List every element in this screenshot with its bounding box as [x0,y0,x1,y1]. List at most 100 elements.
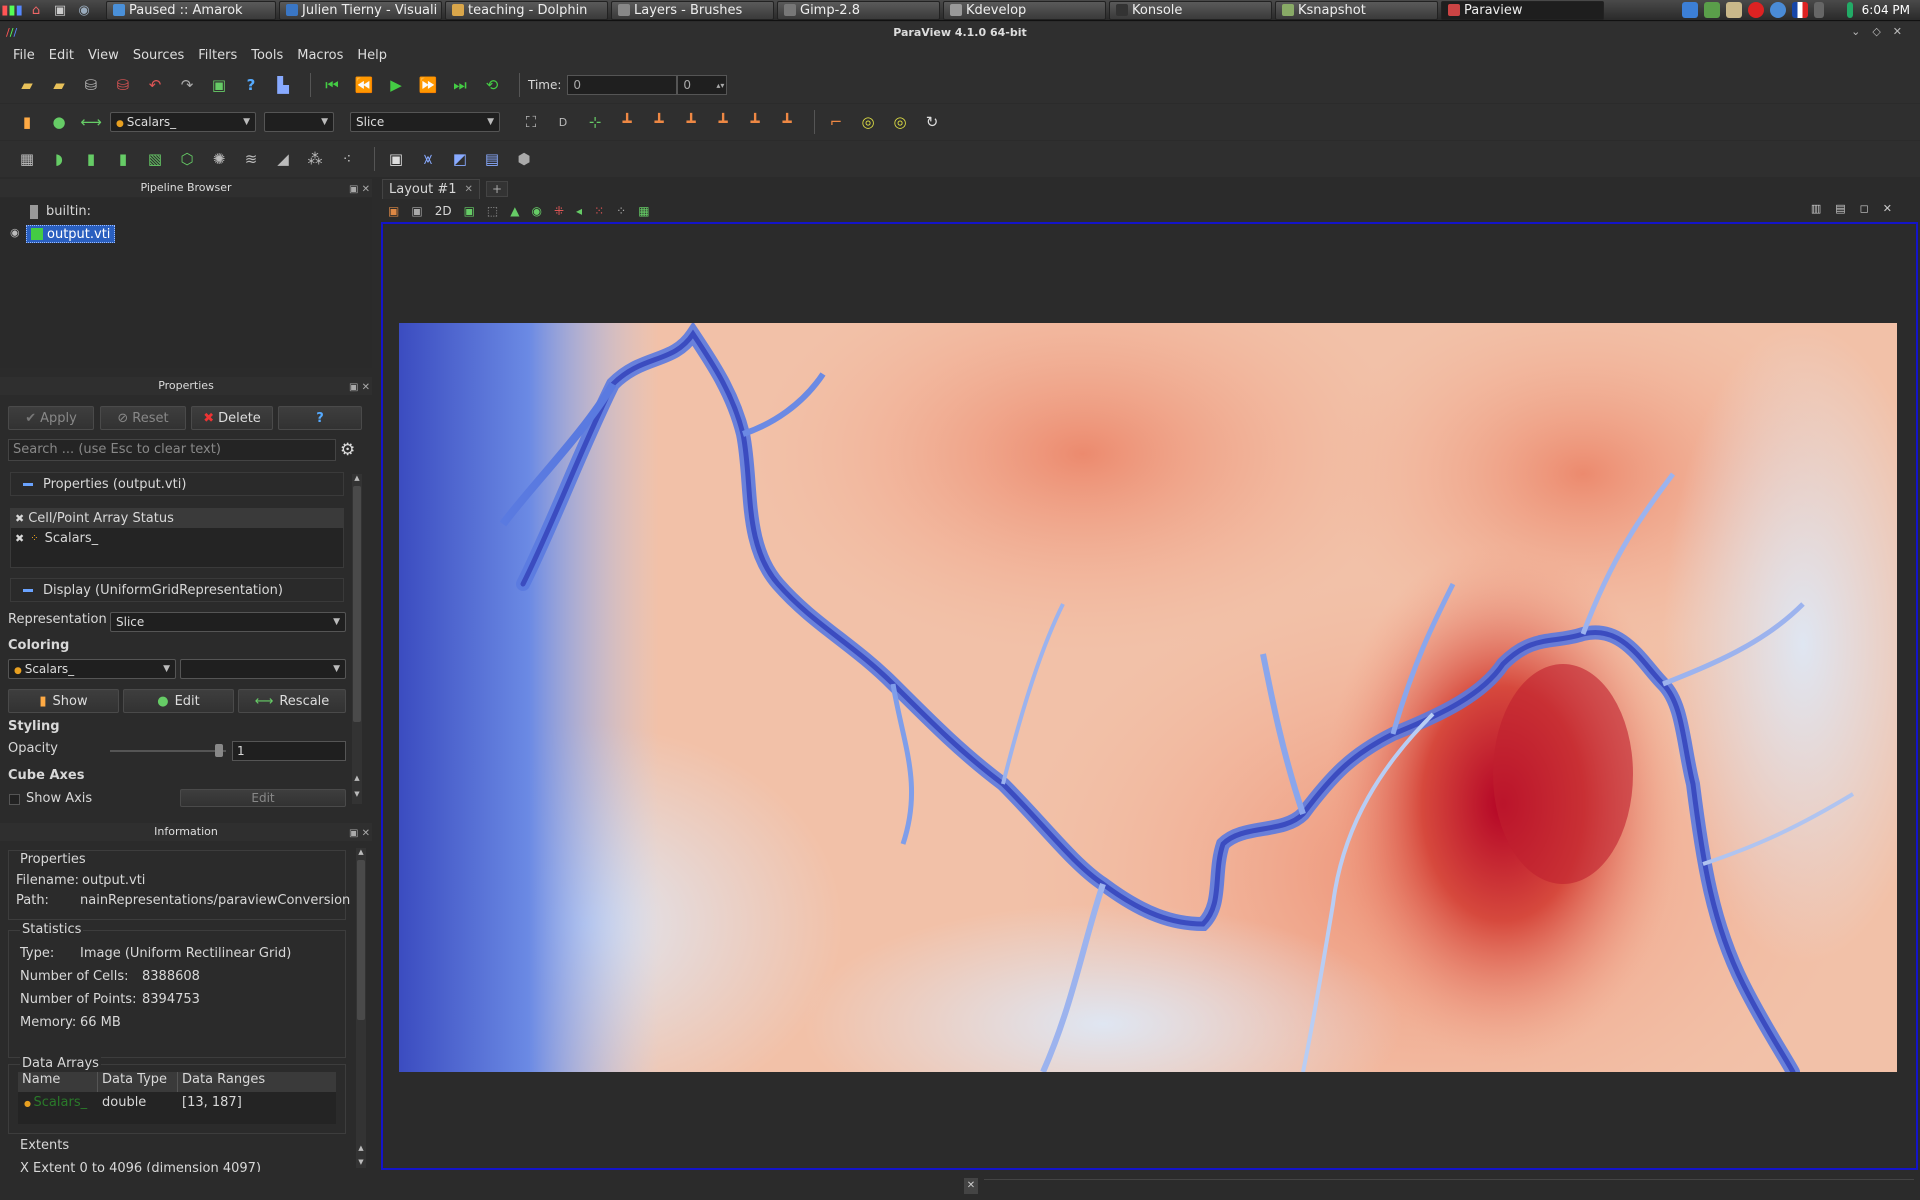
properties-section-header[interactable]: Properties (output.vti) [10,472,344,496]
cube-axes-edit-button[interactable]: Edit [180,789,346,807]
component-select[interactable]: ▼ [264,112,334,132]
tray-updates-icon[interactable] [1703,2,1720,18]
taskbar-task[interactable]: teaching - Dolphin [445,0,608,20]
query-selection-icon[interactable]: ▣ [383,146,409,172]
array-status-row[interactable]: ✖ ⁘ Scalars_ [11,528,343,548]
extract-level-icon[interactable]: ⁖ [334,146,360,172]
histogram-icon[interactable]: ◩ [447,146,473,172]
show-center-icon[interactable]: D [550,109,576,135]
coloring-component-select[interactable]: ▼ [180,659,346,679]
pipeline-output-vti-item[interactable]: output.vti [26,225,116,243]
web-browser-icon[interactable]: ◉ [72,1,96,20]
opacity-input[interactable]: 1 [232,741,346,761]
taskbar-task[interactable]: Gimp-2.8 [777,0,940,20]
close-icon[interactable]: ✕ [1893,25,1914,38]
contour-icon[interactable]: ◗ [46,146,72,172]
select-surface-icon[interactable]: ▲ [510,204,519,218]
plot-over-line-icon[interactable]: ⩙ [415,146,441,172]
save-state-icon[interactable]: ▣ [206,72,232,98]
scroll-up-icon[interactable]: ▲ [356,848,366,856]
glyph-icon[interactable]: ✺ [206,146,232,172]
taskbar-task[interactable]: Ksnapshot [1275,0,1438,20]
dock-buttons[interactable]: ▣ ✕ [349,181,370,199]
view-minus-y-icon[interactable]: ┻ [710,109,736,135]
camera-orbit-icon[interactable]: ◎ [855,109,881,135]
clock[interactable]: 6:04 PM [1862,3,1910,17]
group-datasets-icon[interactable]: ⁂ [302,146,328,172]
opacity-slider-track[interactable] [110,750,226,752]
stream-tracer-icon[interactable]: ≋ [238,146,264,172]
apply-button[interactable]: ✔ Apply [8,406,94,430]
spin-arrows-icon[interactable]: ▴▾ [716,81,724,90]
grid-icon[interactable]: ▦ [638,204,649,218]
edit-color-map-button[interactable]: ● Edit [123,689,234,713]
camera-link-icon[interactable]: ▣ [464,204,475,218]
menu-sources[interactable]: Sources [126,48,191,63]
select-block-icon[interactable]: ◂ [576,204,582,218]
dock-buttons[interactable]: ▣ ✕ [349,825,370,843]
tab-layout-1[interactable]: Layout #1 ✕ [382,179,480,199]
rotate-90-icon[interactable]: ⌐ [823,109,849,135]
help-icon[interactable]: ? [238,72,264,98]
properties-scrollbar[interactable]: ▲ ▲ ▼ [352,474,362,804]
minimize-icon[interactable]: ⌄ [1851,25,1872,38]
representation-select[interactable]: Slice ▼ [110,612,346,632]
tray-volume-icon[interactable] [1846,2,1853,18]
reset-center-icon[interactable]: ⊹ [582,109,608,135]
menu-edit[interactable]: Edit [42,48,81,63]
properties-search-input[interactable]: Search ... (use Esc to clear text) [8,439,336,461]
custom-filter-icon[interactable]: ⬢ [511,146,537,172]
plot-selection-icon[interactable]: ▤ [479,146,505,172]
advanced-settings-gear-icon[interactable]: ⚙ [340,440,355,460]
first-frame-icon[interactable]: ⏮ [319,72,345,98]
edit-color-map-icon[interactable]: ● [46,109,72,135]
menu-help[interactable]: Help [350,48,394,63]
representation-toolbar-select[interactable]: Slice ▼ [350,112,500,132]
view-plus-z-icon[interactable]: ┻ [742,109,768,135]
next-frame-icon[interactable]: ⏩ [415,72,441,98]
taskbar-task[interactable]: Julien Tierny - Visuali [279,0,442,20]
undo-icon[interactable]: ↶ [142,72,168,98]
scroll-up-icon[interactable]: ▲ [352,474,362,484]
menu-tools[interactable]: Tools [244,48,290,63]
display-section-header[interactable]: Display (UniformGridRepresentation) [10,578,344,602]
menu-view[interactable]: View [81,48,126,63]
information-scrollbar[interactable]: ▲ ▲ ▼ [356,848,366,1168]
taskbar-task[interactable]: Kdevelop [943,0,1106,20]
color-legend-icon[interactable]: ▮ [14,109,40,135]
scrollbar-thumb[interactable] [353,486,361,722]
rescale-button[interactable]: ⟷ Rescale [238,689,346,713]
pick-center-icon[interactable]: ▙ [270,72,296,98]
menu-macros[interactable]: Macros [290,48,350,63]
tray-battery-icon[interactable] [1813,2,1824,18]
view-minus-z-icon[interactable]: ┻ [774,109,800,135]
zoom-to-box-icon[interactable]: ⬚ [487,204,498,218]
select-frustum-icon[interactable]: ◉ [531,204,541,218]
calculator-icon[interactable]: ▦ [14,146,40,172]
split-vertical-icon[interactable]: ▤ [1835,202,1859,215]
threshold-icon[interactable]: ▧ [142,146,168,172]
array-status-header[interactable]: ✖ Cell/Point Array Status [11,509,343,528]
time-index-spinbox[interactable]: 0 ▴▾ [677,75,728,95]
menu-filters[interactable]: Filters [191,48,244,63]
taskbar-task[interactable]: Paraview [1441,0,1604,20]
coloring-array-select[interactable]: ● Scalars_ ▼ [8,659,176,679]
extract-subset-icon[interactable]: ⬡ [174,146,200,172]
play-icon[interactable]: ▶ [383,72,409,98]
warp-by-vector-icon[interactable]: ◢ [270,146,296,172]
slice-icon[interactable]: ▮ [110,146,136,172]
tray-globe-icon[interactable] [1769,2,1786,18]
close-tab-icon[interactable]: ✕ [465,184,473,195]
properties-help-button[interactable]: ? [278,406,362,430]
tray-stop-icon[interactable] [1747,2,1764,18]
select-points-icon[interactable]: ⁜ [554,204,564,218]
col-name[interactable]: Name [18,1072,98,1092]
scroll-down-icon[interactable]: ▼ [356,1158,366,1166]
split-icon[interactable]: ▣ [411,204,422,218]
pipeline-builtin-item[interactable]: builtin: [30,204,91,219]
color-array-select[interactable]: ● Scalars_ ▼ [110,112,256,132]
loop-icon[interactable]: ⟲ [479,72,505,98]
col-ranges[interactable]: Data Ranges [178,1072,336,1092]
maximize-view-icon[interactable]: ◻ [1860,202,1883,215]
clip-icon[interactable]: ▮ [78,146,104,172]
